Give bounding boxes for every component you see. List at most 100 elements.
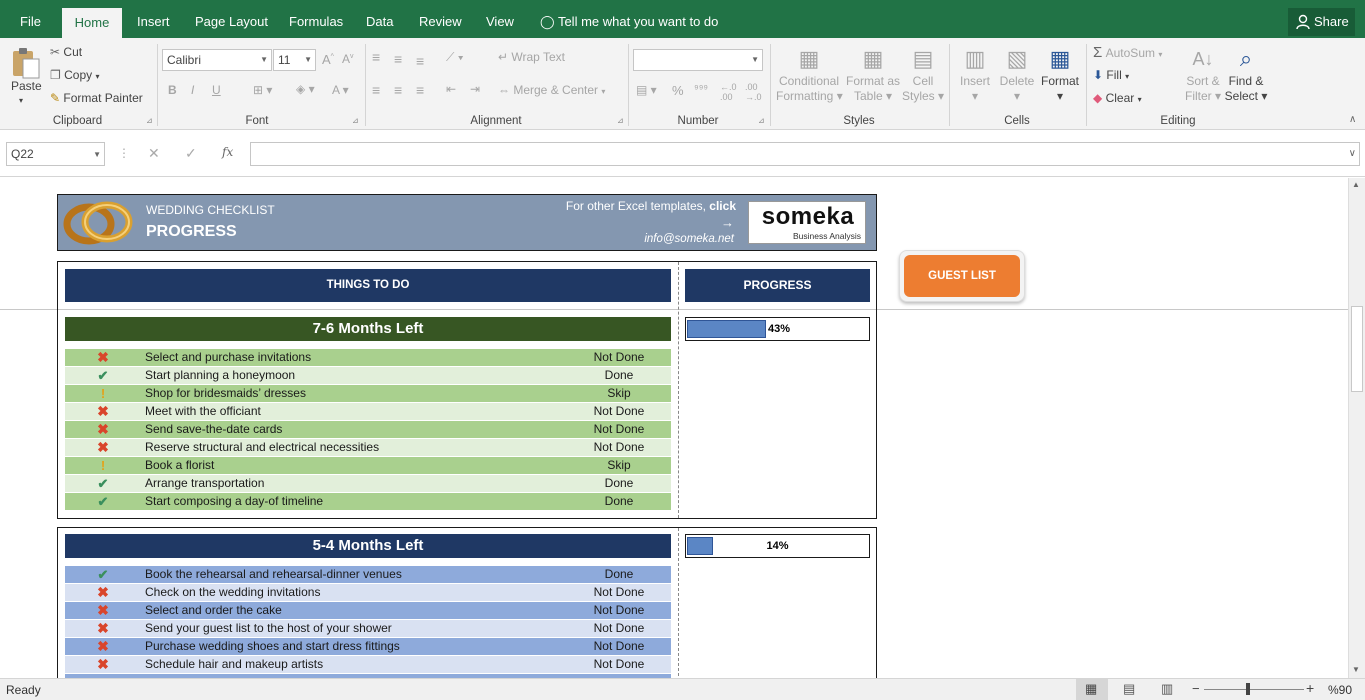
task-status[interactable]: Not Done <box>575 584 663 601</box>
align-top-icon[interactable]: ≡ <box>372 49 380 65</box>
task-status[interactable]: Not Done <box>575 403 663 420</box>
task-status[interactable]: Done <box>575 566 663 583</box>
align-center-icon[interactable]: ≡ <box>394 82 402 98</box>
tab-home[interactable]: Home <box>62 8 122 38</box>
font-name-box[interactable]: Calibri ▼ <box>162 49 272 71</box>
cancel-icon[interactable]: ✕ <box>148 145 160 162</box>
borders-icon[interactable]: ⊞ ▾ <box>253 83 272 97</box>
cut-button[interactable]: ✂ Cut <box>50 45 82 59</box>
delete-cells-button[interactable]: ▧ Delete ▾ <box>997 44 1037 104</box>
cross-icon: ✖ <box>97 439 109 455</box>
tab-formulas[interactable]: Formulas <box>279 0 353 38</box>
sort-filter-button[interactable]: A↓ Sort & Filter ▾ <box>1184 44 1222 104</box>
task-status[interactable]: Not Done <box>575 620 663 637</box>
zoom-slider-thumb[interactable] <box>1246 683 1250 695</box>
increase-indent-icon[interactable]: ⇥ <box>470 82 480 96</box>
merge-center-button[interactable]: ⇔ Merge & Center ▾ <box>498 83 605 97</box>
tab-view[interactable]: View <box>476 0 524 38</box>
insert-cells-button[interactable]: ▥ Insert ▾ <box>955 44 995 104</box>
task-status[interactable]: Done <box>575 493 663 510</box>
task-status[interactable]: Not Done <box>575 439 663 456</box>
italic-icon[interactable]: I <box>191 83 194 97</box>
templates-link[interactable]: For other Excel templates, click <box>538 199 736 213</box>
email-link[interactable]: info@someka.net <box>598 233 734 245</box>
task-status[interactable]: Skip <box>575 457 663 474</box>
decrease-decimal-icon[interactable]: .00 →.0 <box>745 82 762 102</box>
page-break-view-icon[interactable]: ▥ <box>1161 681 1173 697</box>
dialog-launcher-icon[interactable]: ⊿ <box>352 116 359 125</box>
zoom-out-icon[interactable]: − <box>1192 681 1200 696</box>
scroll-up-icon[interactable]: ▲ <box>1352 180 1360 189</box>
dialog-launcher-icon[interactable]: ⊿ <box>758 116 765 125</box>
collapse-ribbon-icon[interactable]: ∧ <box>1349 114 1356 125</box>
format-as-table-button[interactable]: ▦ Format as Table ▾ <box>844 44 902 104</box>
increase-decimal-icon[interactable]: ←.0.00 <box>720 82 737 102</box>
paste-icon[interactable] <box>10 46 42 80</box>
font-color-icon[interactable]: A ▾ <box>332 83 349 97</box>
scroll-thumb[interactable] <box>1351 306 1363 392</box>
formula-input[interactable]: ∨ <box>250 142 1360 166</box>
zoom-slider[interactable] <box>1204 689 1304 690</box>
name-box[interactable]: Q22 ▼ <box>6 142 105 166</box>
comma-style-icon[interactable]: ⁹⁹⁹ <box>694 83 708 95</box>
currency-icon[interactable]: ▤ ▾ <box>636 83 657 97</box>
insert-function-icon[interactable]: fx <box>222 145 233 159</box>
grow-font-icon[interactable]: A^ <box>322 52 334 67</box>
someka-logo[interactable]: someka Business Analysis <box>748 201 866 244</box>
scroll-down-icon[interactable]: ▼ <box>1352 665 1360 674</box>
task-status[interactable]: Done <box>575 367 663 384</box>
tab-file[interactable]: File <box>10 0 51 38</box>
share-button[interactable]: Share <box>1288 8 1355 36</box>
task-status[interactable]: Not Done <box>575 349 663 366</box>
shrink-font-icon[interactable]: Av <box>342 52 354 66</box>
font-size-box[interactable]: 11 ▼ <box>273 49 316 71</box>
format-cells-button[interactable]: ▦ Format ▾ <box>1039 44 1081 104</box>
enter-icon[interactable]: ✓ <box>185 145 197 162</box>
align-bottom-icon[interactable]: ≡ <box>416 53 424 69</box>
task-status[interactable]: Skip <box>575 385 663 402</box>
normal-view-button[interactable]: ▦ <box>1076 679 1108 700</box>
delete-cells-icon: ▧ <box>1006 46 1028 71</box>
page-layout-view-icon[interactable]: ▤ <box>1123 681 1135 697</box>
tab-page-layout[interactable]: Page Layout <box>185 0 278 38</box>
clear-button[interactable]: ◆ Clear ▾ <box>1093 91 1142 105</box>
decrease-indent-icon[interactable]: ⇤ <box>446 82 456 96</box>
align-left-icon[interactable]: ≡ <box>372 82 380 98</box>
autosum-button[interactable]: Σ AutoSum ▾ <box>1093 44 1162 61</box>
wrap-text-button[interactable]: ↵ Wrap Text <box>498 50 565 64</box>
align-right-icon[interactable]: ≡ <box>416 82 424 98</box>
task-status[interactable]: Done <box>575 475 663 492</box>
guest-list-button[interactable]: GUEST LIST <box>899 250 1025 302</box>
dialog-launcher-icon[interactable]: ⊿ <box>617 116 624 125</box>
paste-dropdown-icon[interactable]: ▾ <box>19 96 23 105</box>
bold-icon[interactable]: B <box>168 83 177 97</box>
align-middle-icon[interactable]: ≡ <box>394 51 402 67</box>
task-label: Start planning a honeymoon <box>145 368 296 382</box>
format-painter-button[interactable]: ✎ Format Painter <box>50 91 143 105</box>
tab-data[interactable]: Data <box>356 0 403 38</box>
zoom-level[interactable]: %90 <box>1328 683 1352 697</box>
cell-styles-button[interactable]: ▤ Cell Styles ▾ <box>902 44 944 104</box>
task-status[interactable]: Not Done <box>575 421 663 438</box>
number-format-box[interactable]: ▼ <box>633 49 763 71</box>
dialog-launcher-icon[interactable]: ⊿ <box>146 116 153 125</box>
fill-color-icon[interactable]: ◈ ▾ <box>296 82 315 96</box>
paste-button[interactable]: Paste <box>11 79 42 93</box>
arrow-right-icon[interactable]: → <box>721 215 734 230</box>
vertical-scrollbar[interactable]: ▲ ▼ <box>1348 178 1365 678</box>
percent-icon[interactable]: % <box>672 83 684 98</box>
orientation-icon[interactable]: ⟋ ▾ <box>446 50 464 65</box>
task-status[interactable]: Not Done <box>575 656 663 673</box>
find-select-button[interactable]: ⌕ Find & Select ▾ <box>1224 44 1268 104</box>
tell-me-box[interactable]: ◯ Tell me what you want to do <box>530 0 728 38</box>
task-status[interactable]: Not Done <box>575 638 663 655</box>
tab-review[interactable]: Review <box>409 0 472 38</box>
conditional-formatting-button[interactable]: ▦ Conditional Formatting ▾ <box>776 44 843 104</box>
underline-icon[interactable]: U <box>212 83 221 97</box>
zoom-in-icon[interactable]: + <box>1306 680 1314 696</box>
copy-button[interactable]: ❐ Copy ▾ <box>50 68 99 82</box>
tab-insert[interactable]: Insert <box>127 0 180 38</box>
fill-button[interactable]: ⬇ Fill ▾ <box>1093 68 1129 82</box>
worksheet[interactable]: WEDDING CHECKLIST PROGRESS For other Exc… <box>0 178 1348 678</box>
task-status[interactable]: Not Done <box>575 602 663 619</box>
